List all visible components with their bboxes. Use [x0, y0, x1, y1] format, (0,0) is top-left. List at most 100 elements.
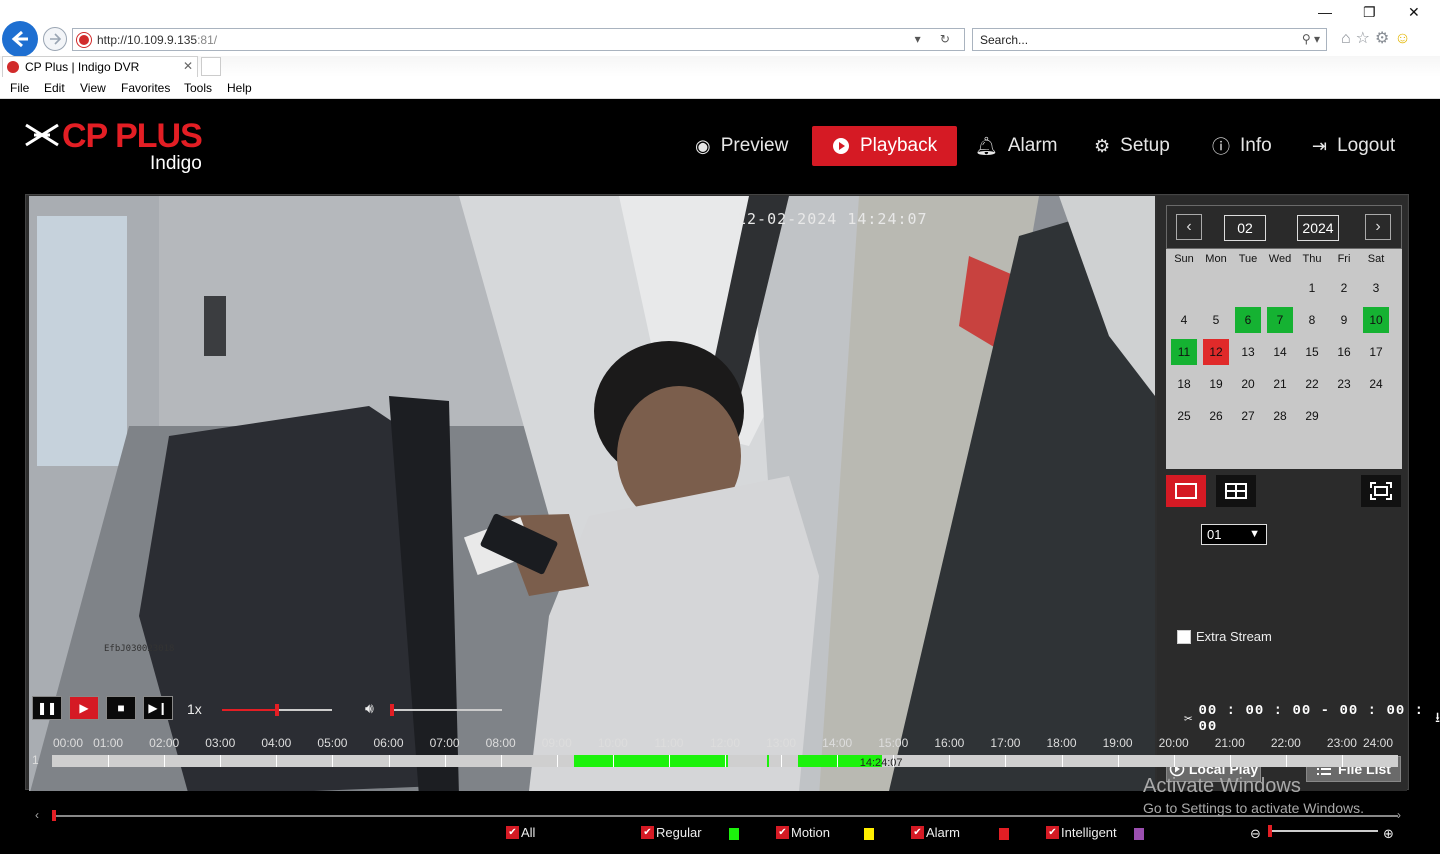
- scroll-right-icon[interactable]: ›: [1397, 808, 1401, 822]
- calendar-day[interactable]: 13: [1235, 339, 1261, 365]
- zoom-in-icon[interactable]: ⊕: [1383, 826, 1394, 842]
- calendar-day[interactable]: 11: [1171, 339, 1197, 365]
- calendar-day[interactable]: 1: [1299, 275, 1325, 301]
- month-field[interactable]: 02: [1224, 215, 1266, 241]
- menu-help[interactable]: Help: [227, 81, 252, 95]
- close-icon[interactable]: ✕: [1408, 4, 1420, 21]
- calendar-day[interactable]: 18: [1171, 371, 1197, 397]
- zoom-slider[interactable]: [1268, 825, 1378, 837]
- layout-single-button[interactable]: [1166, 475, 1206, 507]
- calendar-day[interactable]: 23: [1331, 371, 1357, 397]
- nav-alarm[interactable]: 🔔︎ Alarm: [975, 126, 1057, 166]
- zoom-out-icon[interactable]: ⊖: [1250, 826, 1261, 842]
- year-field[interactable]: 2024: [1297, 215, 1339, 241]
- menu-tools[interactable]: Tools: [184, 81, 212, 95]
- address-bar[interactable]: http://10.109.9.135:81/ ▾ ↻: [72, 28, 965, 51]
- calendar-day[interactable]: 8: [1299, 307, 1325, 333]
- back-button[interactable]: [2, 21, 38, 57]
- check-icon[interactable]: ✔: [776, 826, 789, 839]
- nav-preview[interactable]: ◉ Preview: [695, 126, 788, 166]
- minimize-icon[interactable]: —: [1318, 4, 1332, 20]
- calendar-day[interactable]: 12: [1203, 339, 1229, 365]
- stop-button[interactable]: ■: [106, 696, 136, 720]
- tab-cp-plus[interactable]: CP Plus | Indigo DVR ✕: [2, 56, 198, 77]
- prev-month-button[interactable]: ‹: [1176, 214, 1202, 240]
- calendar-day[interactable]: 3: [1363, 275, 1389, 301]
- timeline-track[interactable]: 14:24:07: [52, 755, 1398, 769]
- filter-motion[interactable]: ✔ Motion: [776, 825, 830, 840]
- filter-all[interactable]: ✔ All: [506, 825, 535, 840]
- search-icon[interactable]: ⚲ ▾: [1302, 32, 1320, 46]
- progress-handle[interactable]: [275, 704, 279, 716]
- calendar-day[interactable]: 10: [1363, 307, 1389, 333]
- playback-speed[interactable]: 1x: [187, 701, 202, 717]
- channel-select[interactable]: 01 ▼: [1201, 524, 1267, 545]
- calendar-day[interactable]: 7: [1267, 307, 1293, 333]
- filter-intelligent[interactable]: ✔ Intelligent: [1046, 825, 1117, 840]
- zoom-handle[interactable]: [1268, 825, 1272, 837]
- home-icon[interactable]: ⌂: [1341, 30, 1356, 47]
- settings-gear-icon[interactable]: ⚙: [1375, 30, 1394, 47]
- check-icon[interactable]: ✔: [1046, 826, 1059, 839]
- nav-setup[interactable]: ⚙ Setup: [1094, 126, 1170, 166]
- calendar-day[interactable]: 2: [1331, 275, 1357, 301]
- check-icon[interactable]: ✔: [911, 826, 924, 839]
- calendar-day[interactable]: 9: [1331, 307, 1357, 333]
- calendar-day[interactable]: 14: [1267, 339, 1293, 365]
- calendar-day[interactable]: 17: [1363, 339, 1389, 365]
- calendar-day[interactable]: 29: [1299, 403, 1325, 429]
- scrollbar-handle[interactable]: [52, 810, 56, 821]
- calendar-day[interactable]: 6: [1235, 307, 1261, 333]
- volume-icon[interactable]: 🔊︎: [365, 700, 374, 717]
- tab-close-icon[interactable]: ✕: [183, 59, 193, 73]
- menu-file[interactable]: File: [10, 81, 29, 95]
- next-month-button[interactable]: ›: [1365, 214, 1391, 240]
- favorites-star-icon[interactable]: ☆: [1356, 30, 1375, 47]
- calendar-day[interactable]: 15: [1299, 339, 1325, 365]
- nav-alarm-label: Alarm: [1007, 135, 1058, 156]
- nav-playback[interactable]: Playback: [812, 126, 958, 166]
- search-input[interactable]: Search... ⚲ ▾: [972, 28, 1327, 51]
- menu-favorites[interactable]: Favorites: [121, 81, 170, 95]
- smiley-icon[interactable]: ☺: [1394, 30, 1415, 47]
- volume-slider[interactable]: [390, 704, 502, 716]
- filter-alarm[interactable]: ✔ Alarm: [911, 825, 960, 840]
- play-button[interactable]: ▶: [69, 696, 99, 720]
- volume-handle[interactable]: [390, 704, 394, 716]
- filter-regular[interactable]: ✔ Regular: [641, 825, 702, 840]
- calendar-day[interactable]: 4: [1171, 307, 1197, 333]
- extra-stream-checkbox[interactable]: [1177, 629, 1191, 644]
- forward-button[interactable]: [43, 27, 67, 51]
- calendar-day[interactable]: 16: [1331, 339, 1357, 365]
- calendar-day[interactable]: 26: [1203, 403, 1229, 429]
- scissors-icon[interactable]: ✂: [1184, 711, 1192, 728]
- calendar-day[interactable]: 24: [1363, 371, 1389, 397]
- calendar-day[interactable]: 20: [1235, 371, 1261, 397]
- scroll-left-icon[interactable]: ‹: [35, 808, 39, 822]
- calendar-day[interactable]: 25: [1171, 403, 1197, 429]
- restore-icon[interactable]: ❐: [1363, 4, 1376, 21]
- nav-info[interactable]: ⓘ Info: [1212, 126, 1272, 166]
- calendar-day[interactable]: 28: [1267, 403, 1293, 429]
- fullscreen-button[interactable]: [1361, 475, 1401, 507]
- extra-stream-toggle[interactable]: Extra Stream: [1177, 629, 1272, 644]
- calendar-day[interactable]: 22: [1299, 371, 1325, 397]
- progress-slider[interactable]: [222, 704, 332, 716]
- calendar-day[interactable]: 27: [1235, 403, 1261, 429]
- new-tab-button[interactable]: [201, 57, 221, 76]
- check-icon[interactable]: ✔: [641, 826, 654, 839]
- refresh-icon[interactable]: ▾ ↻: [915, 32, 958, 46]
- pause-button[interactable]: ❚❚: [32, 696, 62, 720]
- calendar-day[interactable]: 5: [1203, 307, 1229, 333]
- calendar-day[interactable]: 19: [1203, 371, 1229, 397]
- menu-view[interactable]: View: [80, 81, 106, 95]
- nav-logout[interactable]: ⇥ Logout: [1312, 126, 1395, 166]
- menu-edit[interactable]: Edit: [44, 81, 65, 95]
- calendar-day[interactable]: 21: [1267, 371, 1293, 397]
- check-icon[interactable]: ✔: [506, 826, 519, 839]
- layout-quad-button[interactable]: [1216, 475, 1256, 507]
- recording-segment[interactable]: [767, 755, 770, 767]
- recording-segment[interactable]: [573, 755, 728, 767]
- step-frame-button[interactable]: ▶❙: [143, 696, 173, 720]
- download-icon[interactable]: ⭳: [1435, 707, 1440, 731]
